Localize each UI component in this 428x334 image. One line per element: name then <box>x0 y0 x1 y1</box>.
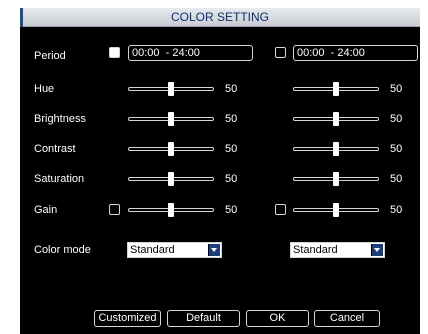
left-contrast-slider[interactable] <box>128 142 214 156</box>
left-period-checkbox[interactable] <box>109 47 120 58</box>
left-color-mode-select[interactable]: Standard <box>127 242 222 258</box>
right-contrast-value: 50 <box>390 143 403 155</box>
slider-thumb[interactable] <box>333 172 339 186</box>
right-gain-checkbox[interactable] <box>275 204 286 215</box>
left-hue-slider[interactable] <box>128 82 214 96</box>
slider-thumb[interactable] <box>168 142 174 156</box>
right-saturation-value: 50 <box>390 173 403 185</box>
chevron-down-icon[interactable] <box>208 244 220 256</box>
left-brightness-value: 50 <box>225 113 238 125</box>
period-label: Period <box>34 50 66 62</box>
brightness-label: Brightness <box>34 113 86 125</box>
right-color-mode-select[interactable]: Standard <box>290 242 385 258</box>
slider-thumb[interactable] <box>333 203 339 217</box>
cancel-button[interactable]: Cancel <box>314 310 380 327</box>
right-hue-value: 50 <box>390 83 403 95</box>
hue-label: Hue <box>34 83 55 95</box>
left-color-mode-value: Standard <box>130 244 175 256</box>
left-brightness-slider[interactable] <box>128 112 214 126</box>
slider-thumb[interactable] <box>333 82 339 96</box>
right-contrast-slider[interactable] <box>293 142 379 156</box>
slider-thumb[interactable] <box>333 112 339 126</box>
left-contrast-value: 50 <box>225 143 238 155</box>
left-period-time-field[interactable]: 00:00 - 24:00 <box>128 45 253 61</box>
right-color-mode-value: Standard <box>293 244 338 256</box>
left-hue-value: 50 <box>225 83 238 95</box>
slider-thumb[interactable] <box>168 172 174 186</box>
color-setting-dialog: COLOR SETTING Period Hue Brightness Cont… <box>20 8 420 334</box>
right-period-time-field[interactable]: 00:00 - 24:00 <box>293 45 418 61</box>
customized-button[interactable]: Customized <box>94 310 161 327</box>
right-saturation-slider[interactable] <box>293 172 379 186</box>
contrast-label: Contrast <box>34 143 76 155</box>
dialog-title: COLOR SETTING <box>170 10 269 24</box>
slider-thumb[interactable] <box>333 142 339 156</box>
slider-thumb[interactable] <box>168 203 174 217</box>
chevron-down-icon[interactable] <box>371 244 383 256</box>
right-brightness-slider[interactable] <box>293 112 379 126</box>
left-gain-checkbox[interactable] <box>109 204 120 215</box>
slider-thumb[interactable] <box>168 82 174 96</box>
left-saturation-value: 50 <box>225 173 238 185</box>
right-brightness-value: 50 <box>390 113 403 125</box>
left-saturation-slider[interactable] <box>128 172 214 186</box>
right-period-checkbox[interactable] <box>275 47 286 58</box>
slider-thumb[interactable] <box>168 112 174 126</box>
default-button[interactable]: Default <box>167 310 240 327</box>
right-hue-slider[interactable] <box>293 82 379 96</box>
left-gain-slider[interactable] <box>128 203 214 217</box>
left-gain-value: 50 <box>225 204 238 216</box>
title-bar: COLOR SETTING <box>20 8 420 27</box>
saturation-label: Saturation <box>34 173 85 185</box>
right-gain-value: 50 <box>390 204 403 216</box>
color-mode-label: Color mode <box>34 244 91 256</box>
ok-button[interactable]: OK <box>246 310 309 327</box>
right-gain-slider[interactable] <box>293 203 379 217</box>
gain-label: Gain <box>34 204 58 216</box>
